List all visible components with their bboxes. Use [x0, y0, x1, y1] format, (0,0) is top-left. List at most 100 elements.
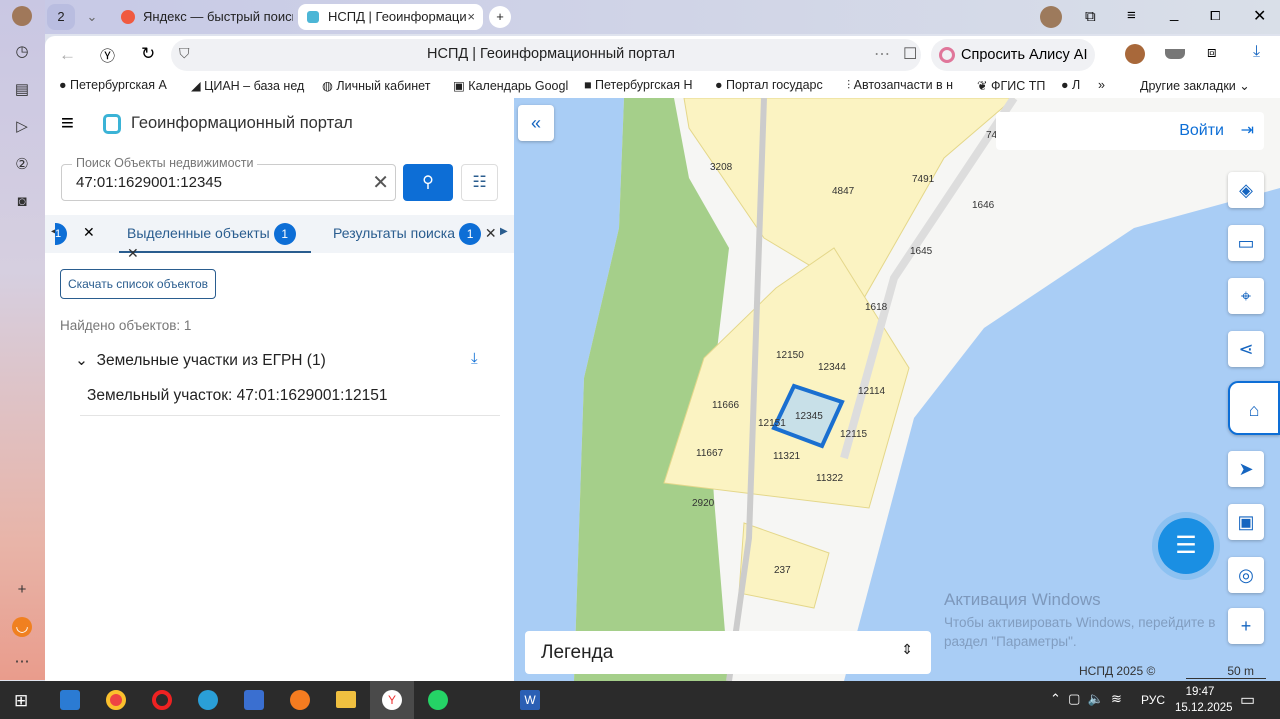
group-header[interactable]: ⌄ Земельные участки из ЕГРН (1) — [75, 351, 326, 370]
chrome-icon[interactable] — [106, 690, 126, 710]
store-icon[interactable] — [244, 690, 264, 710]
parcel-label[interactable]: 11667 — [696, 448, 724, 459]
bookmark-item[interactable]: ◍ Личный кабинет — [322, 78, 430, 93]
parcel-label[interactable]: 12150 — [776, 350, 804, 361]
tab-list-chevron-icon[interactable]: ⌄ — [79, 4, 105, 30]
parcel-label[interactable]: 11666 — [712, 400, 740, 411]
bookmark-item[interactable]: ⫶ Автозапчасти в н — [847, 78, 953, 93]
word-icon[interactable]: W — [520, 690, 540, 710]
parcel-label[interactable]: 1618 — [865, 302, 888, 313]
download-list-button[interactable]: Скачать список объектов — [60, 269, 216, 299]
close-tab-icon[interactable]: ✕ — [83, 224, 95, 241]
bookmarks-icon[interactable]: ⧉ — [1085, 8, 1096, 25]
area-search-button[interactable]: ⌖ — [1228, 278, 1264, 314]
screenshot-icon[interactable]: ◙ — [12, 192, 32, 212]
ruler-button[interactable]: ▭ — [1228, 225, 1264, 261]
cadastre-button[interactable]: ⌂ — [1228, 381, 1280, 435]
yandex-browser-taskbar[interactable]: Y — [370, 681, 414, 719]
bookmark-item[interactable]: ● Л — [1061, 78, 1080, 92]
bookmark-item[interactable]: ● Петербургская А — [59, 78, 167, 92]
locate-button[interactable]: ◎ — [1228, 557, 1264, 593]
clock[interactable]: 19:47 15.12.2025 — [1175, 684, 1233, 716]
back-icon[interactable]: ← — [59, 45, 76, 65]
tab-selected-objects[interactable]: Выделенные объекты 1 ✕ — [119, 215, 311, 261]
search-input[interactable]: Поиск Объекты недвижимости 47:01:1629001… — [61, 156, 396, 201]
download-group-icon[interactable]: ⤓ — [471, 350, 478, 367]
language-indicator[interactable]: РУС — [1141, 693, 1165, 707]
add-icon[interactable]: + — [12, 580, 32, 600]
app-icon[interactable] — [198, 690, 218, 710]
parcel-label[interactable]: 12345 — [795, 411, 823, 422]
parcel-label[interactable]: 12344 — [818, 362, 846, 373]
legend-panel[interactable]: Легенда ⇕ — [525, 631, 931, 674]
share-button[interactable]: ⋖ — [1228, 331, 1264, 367]
close-tab-icon[interactable]: ✕ — [485, 225, 497, 241]
bookmark-icon[interactable]: ☐ — [903, 44, 917, 64]
close-tab-icon[interactable]: × — [467, 4, 475, 30]
profile-avatar[interactable] — [12, 6, 32, 26]
parcel-label[interactable]: 12151 — [758, 418, 786, 429]
download-icon[interactable]: ⤓ — [1253, 43, 1260, 61]
new-tab-button[interactable]: + — [489, 6, 511, 28]
opera-icon[interactable] — [152, 690, 172, 710]
parcel-label[interactable]: 12115 — [840, 429, 868, 440]
parcel-label[interactable]: 2920 — [692, 498, 715, 509]
extension-icon[interactable] — [1165, 49, 1185, 59]
bookmarks-overflow-icon[interactable]: » — [1098, 78, 1105, 92]
parcel-label[interactable]: 3208 — [710, 162, 733, 173]
tab-search-results[interactable]: Результаты поиска 1 ✕ — [333, 223, 497, 245]
history-icon[interactable]: ◷ — [12, 42, 32, 62]
list-item[interactable]: Земельный участок: 47:01:1629001:12151 — [80, 378, 500, 416]
layers-button[interactable]: ◈ — [1228, 172, 1264, 208]
firefox-icon[interactable] — [290, 690, 310, 710]
tray-icons[interactable]: ⌃ ▢ 🔈 ≋ — [1050, 691, 1122, 707]
whatsapp-icon[interactable] — [428, 690, 448, 710]
more-icon[interactable]: ⋯ — [874, 44, 890, 64]
tab-badge[interactable]: 1 — [55, 223, 67, 245]
reload-icon[interactable]: ↻ — [141, 44, 155, 64]
chat-button[interactable]: ☰ — [1158, 518, 1214, 574]
menu-icon[interactable]: ≡ — [1127, 7, 1136, 24]
bookmark-item[interactable]: ● Портал государс — [715, 78, 823, 92]
app-icon[interactable]: ◡ — [12, 617, 32, 637]
play-icon[interactable]: ▷ — [12, 117, 32, 137]
tab-yandex[interactable]: Яндекс — быстрый поиск — [113, 4, 293, 30]
parcel-label[interactable]: 11321 — [773, 451, 801, 462]
bookmark-item[interactable]: ■ Петербургская Н — [584, 78, 693, 92]
start-icon[interactable]: ⊞ — [14, 691, 28, 711]
bookmark-item[interactable]: ▣ Календарь Googl — [453, 78, 568, 93]
parcel-label[interactable]: 12114 — [858, 386, 886, 397]
bookmark-item[interactable]: ◢ ЦИАН – база нед — [191, 78, 304, 93]
address-field[interactable]: ⛉ НСПД | Геоинформационный портал ⋯ ☐ — [171, 39, 921, 71]
parcel-label[interactable]: 1645 — [910, 246, 933, 257]
shield-icon[interactable]: ⛉ — [179, 45, 190, 62]
bookmark-item[interactable]: ❦ ФГИС ТП — [977, 78, 1045, 93]
parcel-label[interactable]: 11322 — [816, 473, 844, 484]
clear-icon[interactable]: ✕ — [372, 170, 389, 195]
parcel-label[interactable]: 7491 — [912, 174, 935, 185]
collections-icon[interactable]: ▤ — [12, 80, 32, 100]
more-icon[interactable]: ⋯ — [12, 652, 32, 672]
navigate-button[interactable]: ➤ — [1228, 451, 1264, 487]
login-button[interactable]: Войти ⇥ — [996, 112, 1264, 150]
print-button[interactable]: ▣ — [1228, 504, 1264, 540]
yandex-button-icon[interactable]: Ⓨ — [100, 45, 115, 66]
extension-icon[interactable] — [1125, 44, 1145, 64]
map-view[interactable]: 3208 4847 7491 1646 1645 1618 12150 12344 12114 1… — [514, 98, 1280, 681]
search-button[interactable]: ⚲ — [403, 164, 453, 201]
ask-alice-button[interactable]: Спросить Алису AI — [931, 39, 1095, 71]
other-bookmarks[interactable]: Другие закладки ⌄ — [1140, 78, 1250, 93]
filter-button[interactable]: ☷ — [461, 164, 498, 201]
profile-avatar[interactable] — [1040, 6, 1062, 28]
minimize-icon[interactable]: _ — [1170, 5, 1178, 22]
explorer-icon[interactable] — [336, 691, 356, 708]
collapse-panel-button[interactable]: « — [518, 105, 554, 141]
scroll-right-icon[interactable]: ▶ — [500, 226, 508, 237]
extensions-icon[interactable]: ⧈ — [1207, 44, 1217, 61]
close-window-icon[interactable]: ✕ — [1253, 6, 1266, 26]
hamburger-menu-icon[interactable]: ≡ — [61, 110, 74, 136]
close-tab-icon[interactable]: ✕ — [127, 245, 139, 261]
notifications-icon[interactable]: ▭ — [1240, 690, 1255, 710]
tabs-count-icon[interactable]: ② — [12, 155, 32, 175]
parcel-label[interactable]: 4847 — [832, 186, 855, 197]
